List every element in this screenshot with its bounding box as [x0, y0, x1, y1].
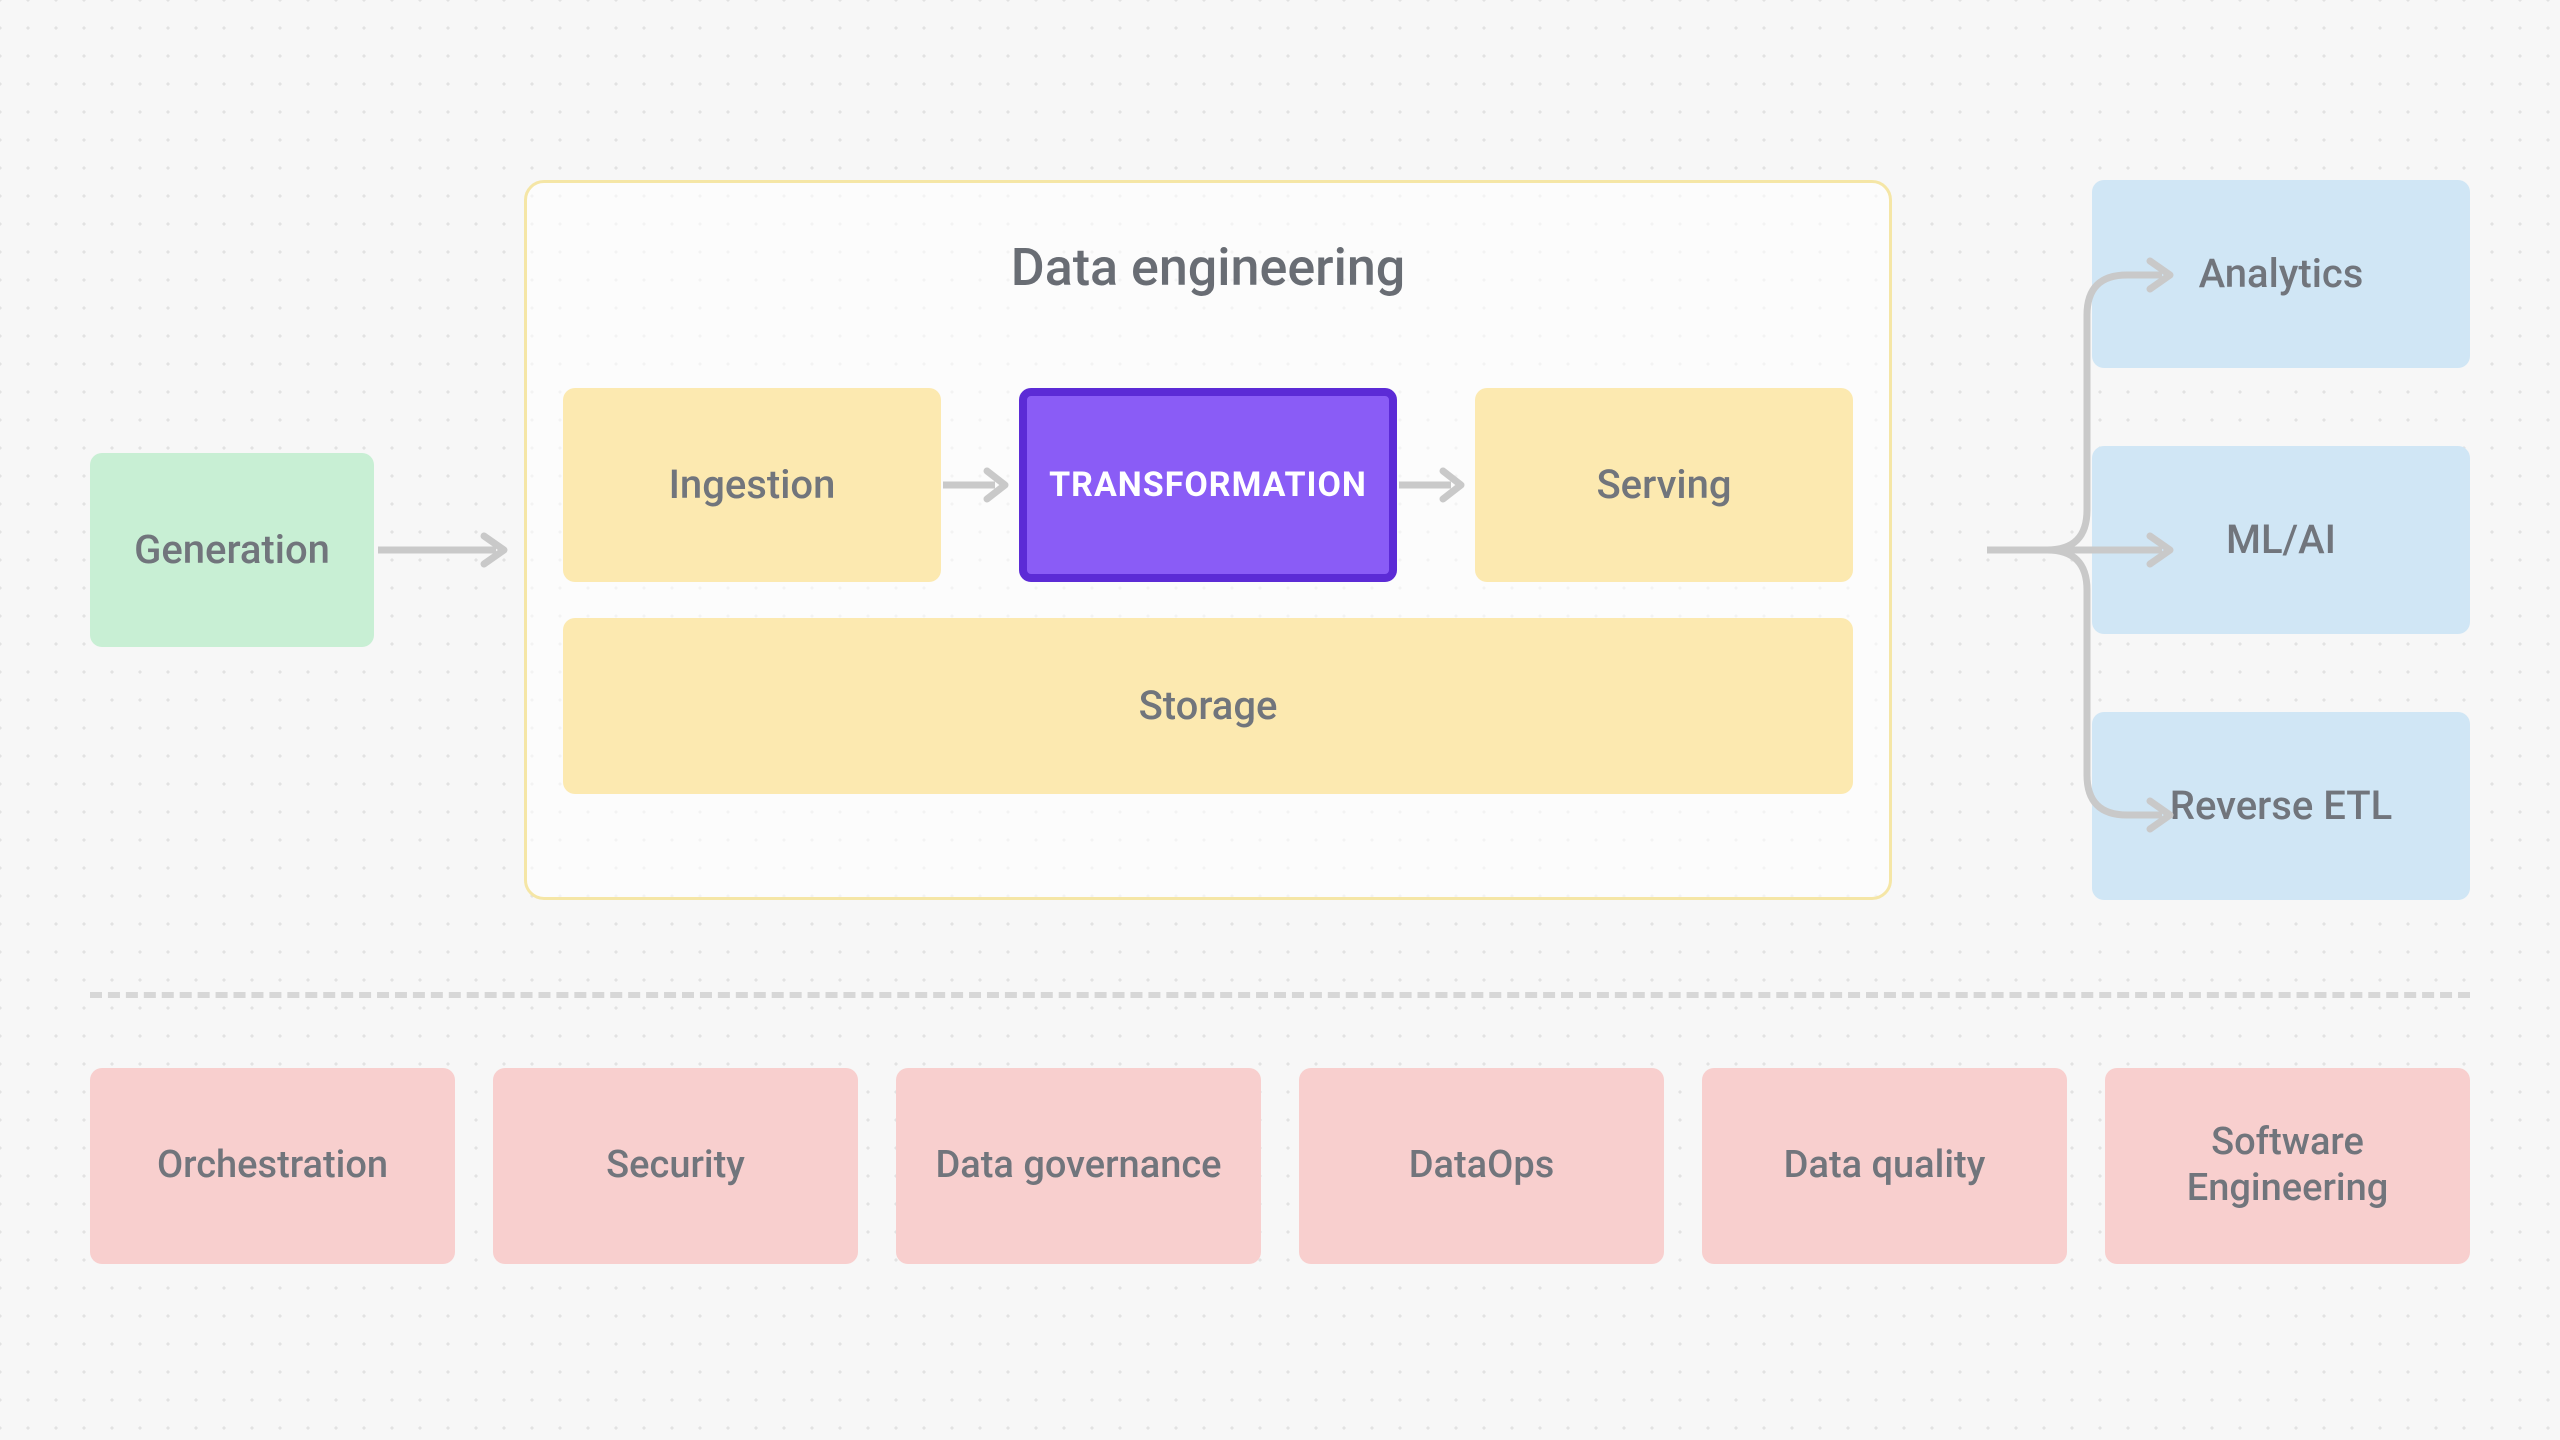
analytics-box: Analytics — [2092, 180, 2470, 368]
outputs-column: Analytics ML/AI Reverse ETL — [2092, 180, 2470, 900]
serving-box: Serving — [1475, 388, 1853, 582]
ml-ai-box: ML/AI — [2092, 446, 2470, 634]
data-quality-box: Data quality — [1702, 1068, 2067, 1264]
generation-label: Generation — [134, 526, 330, 574]
arrow-right-icon — [1397, 465, 1475, 505]
arrow-transformation-to-serving — [1397, 388, 1475, 582]
arrow-right-icon — [374, 530, 524, 570]
data-quality-label: Data quality — [1784, 1143, 1986, 1189]
data-governance-box: Data governance — [896, 1068, 1261, 1264]
analytics-label: Analytics — [2199, 250, 2364, 298]
software-engineering-label: Software Engineering — [2125, 1120, 2450, 1211]
arrow-right-icon — [941, 465, 1019, 505]
ingestion-label: Ingestion — [669, 461, 836, 509]
reverse-etl-label: Reverse ETL — [2170, 782, 2392, 830]
ml-ai-label: ML/AI — [2226, 516, 2336, 564]
dataops-box: DataOps — [1299, 1068, 1664, 1264]
data-lifecycle-flow: Generation Data engineering Ingestion — [90, 180, 2470, 900]
arrow-ingestion-to-transformation — [941, 388, 1019, 582]
data-governance-label: Data governance — [935, 1143, 1221, 1189]
undercurrents-row: Orchestration Security Data governance D… — [90, 1068, 2470, 1264]
data-engineering-container: Data engineering Ingestion TRANSFORMATIO… — [524, 180, 1892, 900]
orchestration-label: Orchestration — [157, 1143, 388, 1189]
generation-box: Generation — [90, 453, 374, 647]
data-engineering-stages-row: Ingestion TRANSFORMATION — [563, 388, 1853, 582]
orchestration-box: Orchestration — [90, 1068, 455, 1264]
ingestion-box: Ingestion — [563, 388, 941, 582]
data-engineering-title: Data engineering — [563, 237, 1853, 298]
reverse-etl-box: Reverse ETL — [2092, 712, 2470, 900]
transformation-label: TRANSFORMATION — [1049, 465, 1367, 506]
security-label: Security — [606, 1143, 745, 1189]
storage-label: Storage — [1139, 682, 1278, 730]
diagram-canvas: Generation Data engineering Ingestion — [0, 0, 2560, 1440]
arrow-generation-to-ingestion — [374, 453, 524, 647]
serving-label: Serving — [1596, 461, 1731, 509]
software-engineering-box: Software Engineering — [2105, 1068, 2470, 1264]
storage-box: Storage — [563, 618, 1853, 794]
divider-line — [90, 992, 2470, 998]
dataops-label: DataOps — [1409, 1143, 1555, 1189]
security-box: Security — [493, 1068, 858, 1264]
transformation-box: TRANSFORMATION — [1019, 388, 1397, 582]
